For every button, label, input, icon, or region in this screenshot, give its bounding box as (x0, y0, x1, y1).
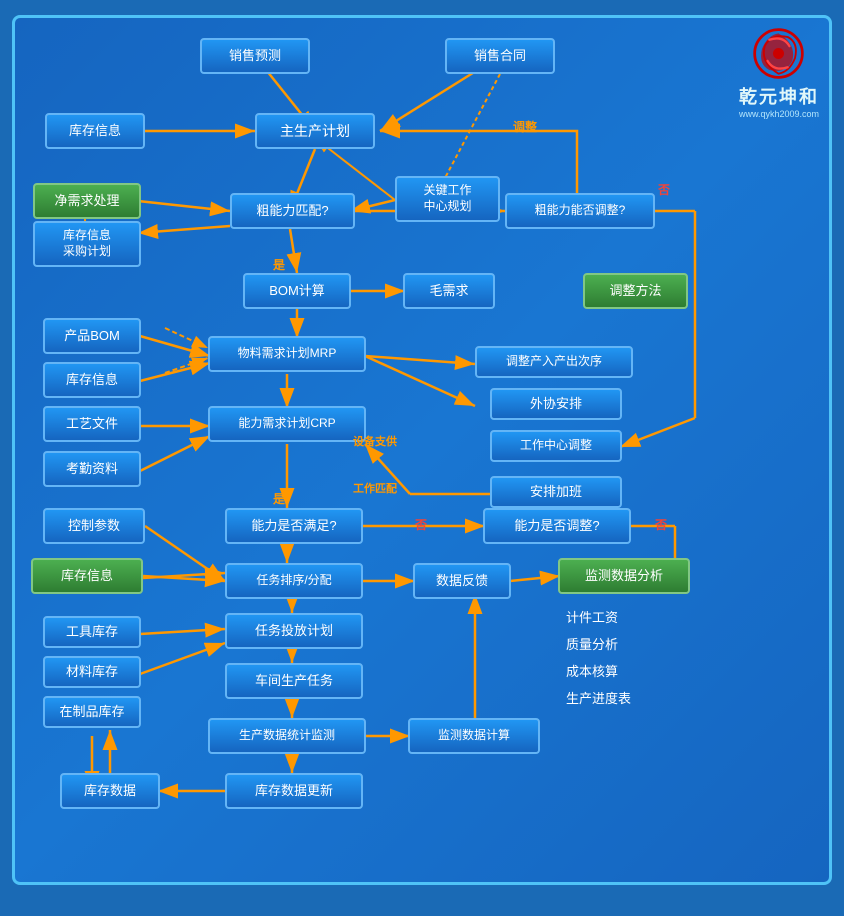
rough-match-box: 粗能力匹配? (230, 193, 355, 229)
tool-inventory-box: 工具库存 (43, 616, 141, 648)
master-plan-box: 主生产计划 (255, 113, 375, 149)
material-inventory-box: 材料库存 (43, 656, 141, 688)
equip-label: 设备支供 (353, 433, 397, 449)
inventory-purchase-box: 库存信息采购计划 (33, 221, 141, 267)
mrp-box: 物料需求计划MRP (208, 336, 366, 372)
capacity-satisfy-box: 能力是否满足? (225, 508, 363, 544)
control-params-box: 控制参数 (43, 508, 145, 544)
sales-forecast-box: 销售预测 (200, 38, 310, 74)
yes-label-1: 是 (273, 256, 285, 273)
main-container: 乾元坤和 www.qykh2009.com (12, 15, 832, 885)
workcenter-adjust-box: 工作中心调整 (490, 430, 622, 462)
rough-adjust-box: 粗能力能否调整? (505, 193, 655, 229)
company-name: 乾元坤和 (739, 83, 819, 109)
crp-box: 能力需求计划CRP (208, 406, 366, 442)
wip-inventory-box: 在制品库存 (43, 696, 141, 728)
data-feedback-box: 数据反馈 (413, 563, 511, 599)
no-label-3: 否 (655, 516, 667, 533)
adjust-prod-seq-box: 调整产入产出次序 (475, 346, 633, 378)
arrange-overtime-box: 安排加班 (490, 476, 622, 508)
task-assign-box: 任务排序/分配 (225, 563, 363, 599)
inventory-info-1-box: 库存信息 (45, 113, 145, 149)
key-work-center-box: 关键工作中心规划 (395, 176, 500, 222)
monitor-calc-box: 监测数据计算 (408, 718, 540, 754)
logo-area: 乾元坤和 www.qykh2009.com (739, 26, 819, 119)
outsource-box: 外协安排 (490, 388, 622, 420)
monitor-list: 计件工资 质量分析 成本核算 生产进度表 (558, 603, 690, 711)
monitor-analysis-box: 监测数据分析 (558, 558, 690, 594)
inventory-info-2-box: 库存信息 (43, 362, 141, 398)
adjust-label: 调整 (513, 118, 537, 135)
company-url: www.qykh2009.com (739, 109, 819, 119)
no-label-2: 否 (415, 516, 427, 533)
gross-demand-box: 毛需求 (403, 273, 495, 309)
logo-icon (751, 26, 806, 81)
bom-calc-box: BOM计算 (243, 273, 351, 309)
sales-contract-box: 销售合同 (445, 38, 555, 74)
inventory-update-box: 库存数据更新 (225, 773, 363, 809)
adjust-method-box: 调整方法 (583, 273, 688, 309)
task-release-box: 任务投放计划 (225, 613, 363, 649)
inventory-info-3-box: 库存信息 (31, 558, 143, 594)
yes-label-2: 是 (273, 490, 285, 507)
work-match-label: 工作匹配 (353, 480, 397, 496)
workshop-task-box: 车间生产任务 (225, 663, 363, 699)
no-label-1: 否 (658, 181, 670, 198)
production-monitor-box: 生产数据统计监测 (208, 718, 366, 754)
product-bom-box: 产品BOM (43, 318, 141, 354)
inventory-data-box: 库存数据 (60, 773, 160, 809)
capacity-adjust-box: 能力是否调整? (483, 508, 631, 544)
process-file-box: 工艺文件 (43, 406, 141, 442)
attendance-box: 考勤资料 (43, 451, 141, 487)
net-req-process-box: 净需求处理 (33, 183, 141, 219)
